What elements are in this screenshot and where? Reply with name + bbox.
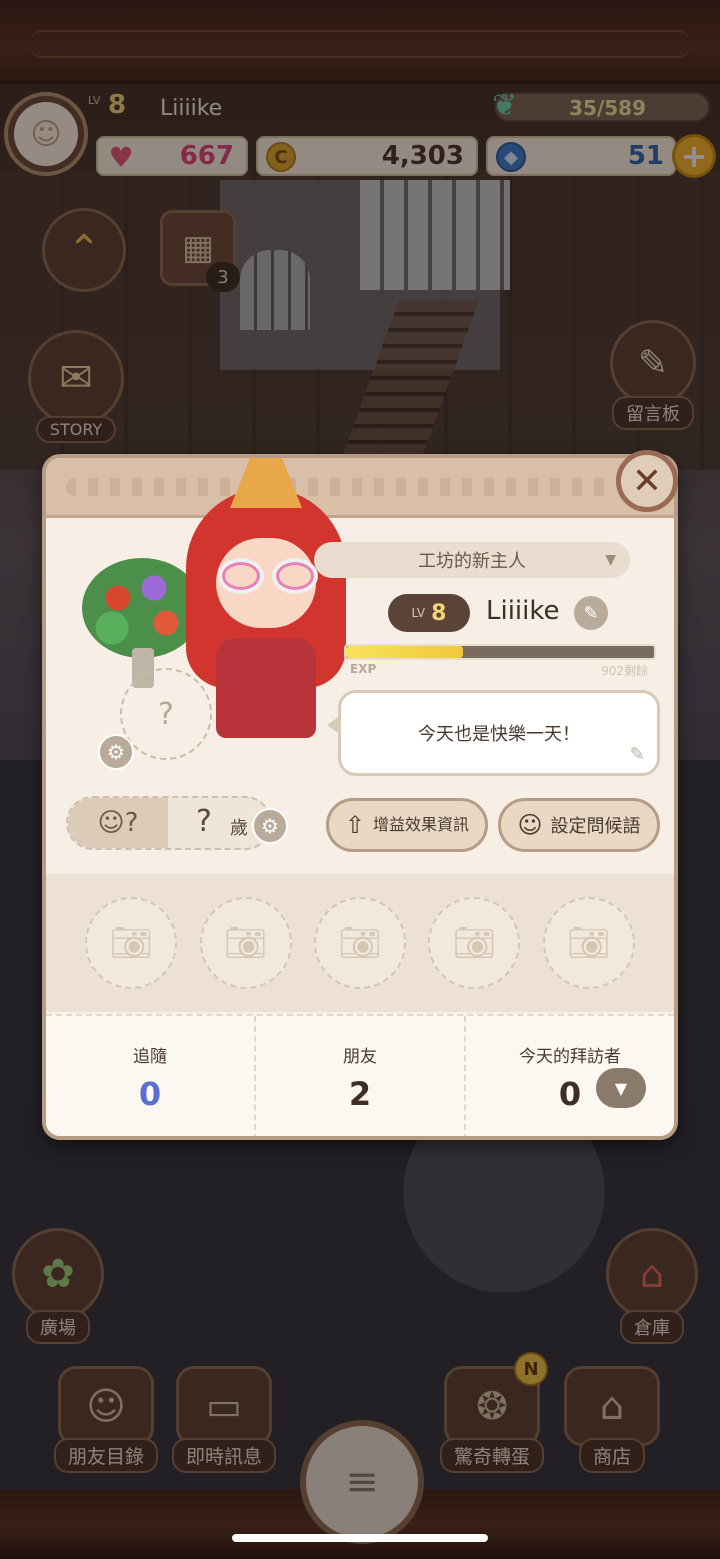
stat-value: 2 xyxy=(348,1075,372,1113)
camera-icon[interactable]: 📷︎ xyxy=(313,897,406,989)
greeting-label: 設定問候語 xyxy=(550,816,641,837)
party-hat xyxy=(230,458,302,508)
title-dropdown[interactable]: 工坊的新主人 ▼ xyxy=(314,542,630,578)
stat-visitors[interactable]: 今天的拜訪者 0 ▼ xyxy=(466,1016,674,1136)
close-icon[interactable]: ✕ xyxy=(616,450,678,512)
profile-modal: ? ⚙ ★ ☺? ? 歲 ⚙ 工坊的新主人 ▼ LV 8 Liiiike ✎ E… xyxy=(42,454,678,1140)
camera-icon[interactable]: 📷︎ xyxy=(542,897,635,989)
profile-level: 8 xyxy=(431,600,447,626)
camera-icon[interactable]: 📷︎ xyxy=(199,897,292,989)
camera-icon[interactable]: 📷︎ xyxy=(428,897,521,989)
title-text: 工坊的新主人 xyxy=(418,551,526,572)
chevron-down-icon: ▼ xyxy=(605,552,616,568)
pencil-icon: ✎ xyxy=(629,744,645,765)
stats-row: 追隨 0 朋友 2 今天的拜訪者 0 ▼ xyxy=(46,1014,674,1136)
exp-remaining: 902剩餘 xyxy=(601,664,648,678)
stat-label: 今天的拜訪者 xyxy=(519,1047,621,1067)
exp-bar xyxy=(344,644,656,660)
camera-icon[interactable]: 📷︎ xyxy=(85,897,178,989)
pencil-icon[interactable]: ✎ xyxy=(574,596,608,630)
greeting-face-icon: ☺ xyxy=(517,811,543,839)
level-label: LV xyxy=(411,606,426,620)
exp-fill xyxy=(346,646,464,658)
set-greeting-button[interactable]: ☺ 設定問候語 xyxy=(498,798,660,852)
gear-icon[interactable]: ⚙ xyxy=(252,808,288,844)
status-message-bubble[interactable]: 今天也是快樂一天！ ✎ xyxy=(327,690,660,776)
gear-icon[interactable]: ⚙ xyxy=(98,734,134,770)
buff-icon: ⇧ xyxy=(344,810,366,839)
stat-followers[interactable]: 追隨 0 xyxy=(46,1016,256,1136)
age-display[interactable]: ☺? ? 歲 xyxy=(66,796,272,850)
status-message: 今天也是快樂一天！ xyxy=(418,724,580,745)
home-indicator[interactable] xyxy=(232,1534,488,1542)
stat-label: 追隨 xyxy=(133,1047,167,1067)
pet-placeholder: ? xyxy=(158,696,174,732)
exp-label: EXP xyxy=(350,662,377,676)
profile-level-badge: LV 8 xyxy=(388,594,470,632)
buff-info-button[interactable]: ⇧ 增益效果資訊 xyxy=(326,798,488,852)
profile-name: Liiiike xyxy=(486,596,560,626)
stat-friends[interactable]: 朋友 2 xyxy=(256,1016,466,1136)
stat-value: 0 xyxy=(558,1075,582,1113)
age-unit: 歲 xyxy=(230,818,248,839)
kids-icon: ☺? xyxy=(68,798,168,848)
age-value: ? xyxy=(196,804,212,839)
stat-value: 0 xyxy=(138,1075,162,1113)
player-character[interactable]: ★ xyxy=(176,458,356,758)
rainbow-glasses xyxy=(216,558,320,596)
stat-label: 朋友 xyxy=(343,1047,377,1067)
photo-strip: 📷︎ 📷︎ 📷︎ 📷︎ 📷︎ xyxy=(46,874,674,1012)
chevron-down-icon[interactable]: ▼ xyxy=(596,1068,646,1108)
character-area: ? ⚙ ★ xyxy=(66,458,356,798)
character-dress xyxy=(216,638,316,738)
buff-label: 增益效果資訊 xyxy=(373,815,470,835)
